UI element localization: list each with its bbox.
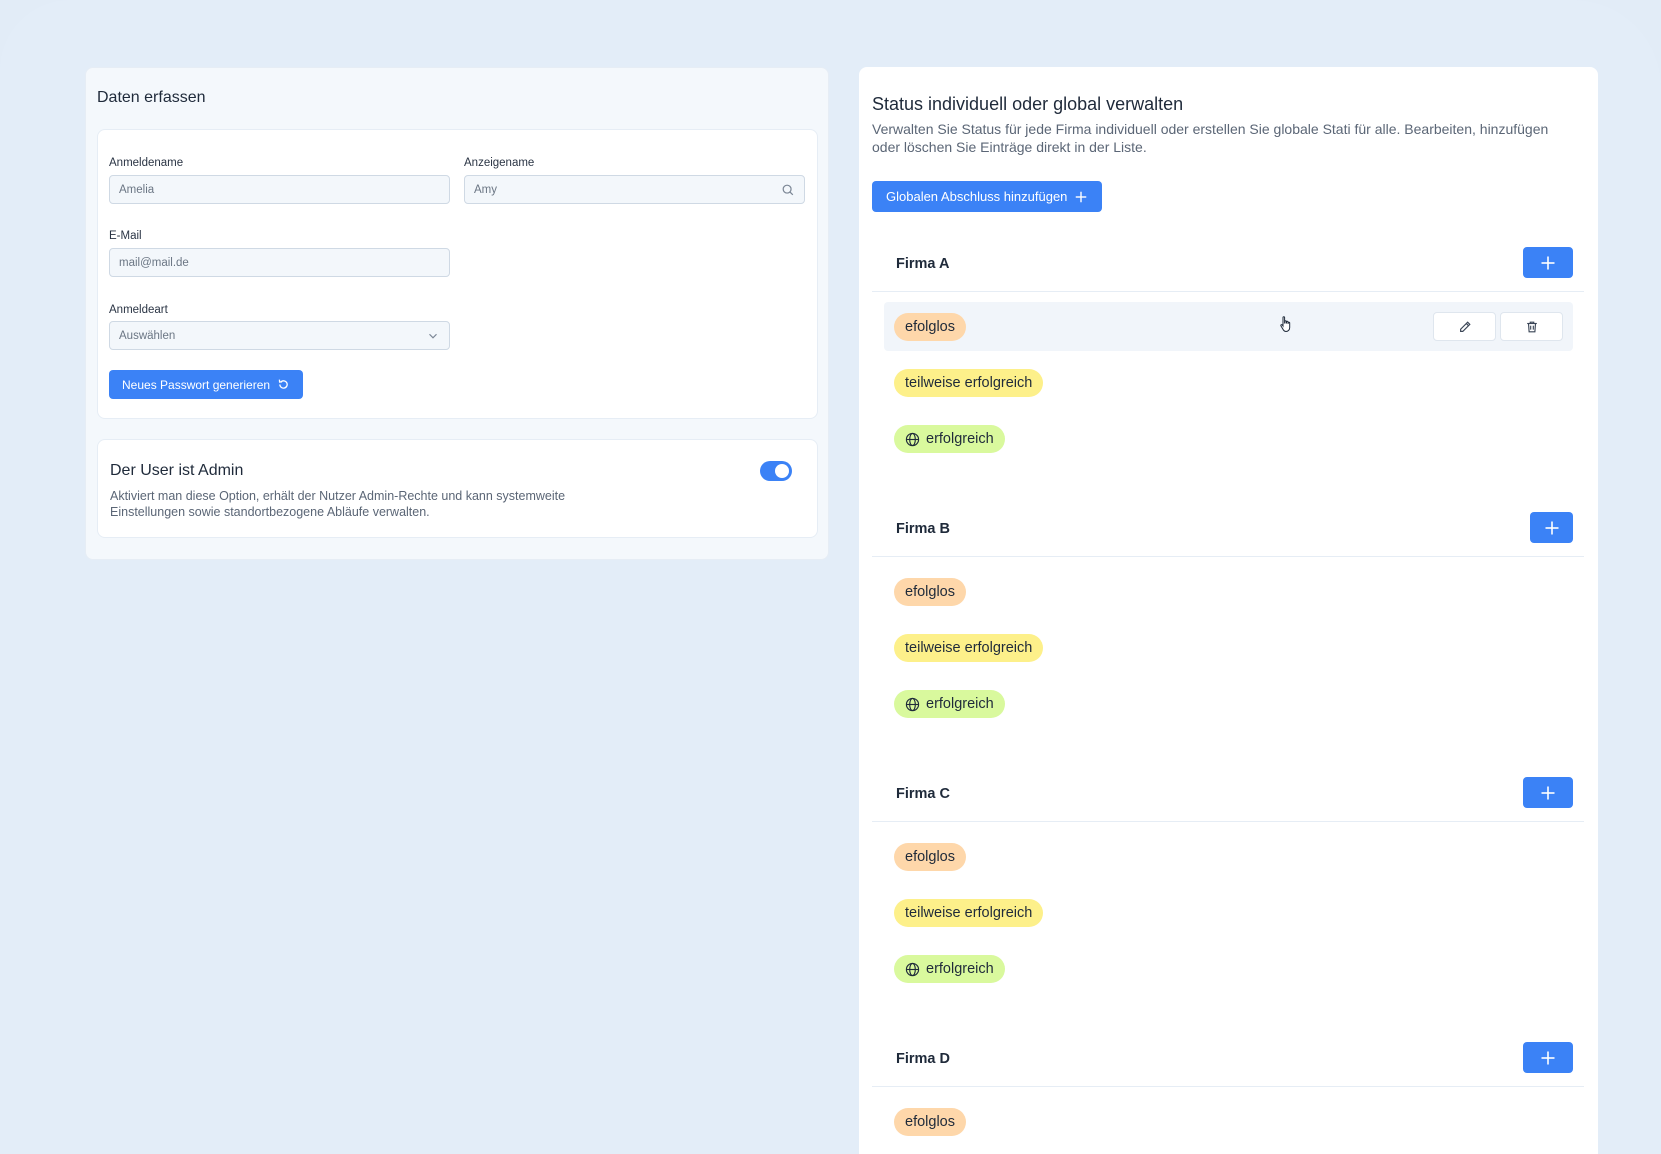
- user-form: Anmeldename Amelia Anzeigename Amy E-Mai…: [97, 129, 818, 419]
- globe-icon: [905, 697, 920, 711]
- status-row[interactable]: efolglos: [884, 302, 1573, 351]
- edit-button[interactable]: [1433, 312, 1496, 341]
- status-badge: erfolgreich: [894, 955, 1005, 983]
- status-badge: teilweise erfolgreich: [894, 634, 1044, 662]
- company-name: Firma C: [896, 786, 950, 802]
- display-name-label: Anzeigename: [464, 157, 535, 169]
- admin-title: Der User ist Admin: [110, 462, 244, 479]
- status-row[interactable]: teilweise erfolgreich: [884, 888, 1573, 937]
- status-row[interactable]: erfolgreich: [884, 414, 1573, 463]
- admin-setting: Der User ist Admin Aktiviert man diese O…: [97, 439, 818, 538]
- status-label: erfolgreich: [926, 431, 994, 447]
- admin-toggle[interactable]: [760, 461, 792, 481]
- status-badge: efolglos: [894, 843, 966, 871]
- add-status-button[interactable]: [1530, 512, 1573, 543]
- trash-icon: [1526, 321, 1537, 332]
- email-field[interactable]: mail@mail.de: [109, 248, 450, 277]
- add-status-button[interactable]: [1523, 247, 1573, 278]
- email-label: E-Mail: [109, 230, 142, 242]
- toggle-knob: [775, 464, 789, 478]
- status-description: Verwalten Sie Status für jede Firma indi…: [872, 121, 1549, 155]
- status-badge: efolglos: [894, 313, 966, 341]
- globe-icon: [905, 962, 920, 976]
- status-badge: erfolgreich: [894, 690, 1005, 718]
- row-actions: [1433, 312, 1563, 341]
- company-header: Firma D: [872, 1035, 1584, 1087]
- login-name-value: Amelia: [119, 183, 155, 196]
- login-type-label: Anmeldeart: [109, 304, 168, 316]
- status-label: efolglos: [905, 319, 955, 335]
- status-row[interactable]: efolglos: [884, 1097, 1573, 1146]
- status-label: teilweise erfolgreich: [905, 375, 1033, 391]
- status-row[interactable]: efolglos: [884, 567, 1573, 616]
- status-row[interactable]: teilweise erfolgreich: [884, 623, 1573, 672]
- status-card: Status individuell oder global verwalten…: [859, 67, 1598, 1154]
- company-name: Firma D: [896, 1051, 950, 1067]
- status-badge: erfolgreich: [894, 425, 1005, 453]
- login-type-value: Auswählen: [119, 329, 176, 342]
- generate-password-label: Neues Passwort generieren: [122, 377, 271, 392]
- status-label: efolglos: [905, 584, 955, 600]
- company-header: Firma C: [872, 770, 1584, 822]
- email-value: mail@mail.de: [119, 256, 189, 269]
- company-header: Firma B: [872, 505, 1584, 557]
- status-row[interactable]: erfolgreich: [884, 944, 1573, 993]
- status-label: erfolgreich: [926, 961, 994, 977]
- plus-icon: [1541, 786, 1555, 799]
- login-type-select[interactable]: Auswählen: [109, 321, 450, 350]
- display-name-value: Amy: [474, 183, 497, 196]
- status-label: teilweise erfolgreich: [905, 905, 1033, 921]
- status-row[interactable]: efolglos: [884, 832, 1573, 881]
- company-name: Firma A: [896, 256, 950, 272]
- user-data-title: Daten erfassen: [97, 89, 206, 106]
- user-data-card: Daten erfassen Anmeldename Amelia Anzeig…: [85, 67, 829, 560]
- admin-description: Aktiviert man diese Option, erhält der N…: [110, 489, 566, 519]
- company-header: Firma A: [872, 240, 1584, 292]
- status-badge: efolglos: [894, 1108, 966, 1136]
- display-name-input[interactable]: Amy: [464, 175, 805, 204]
- app-frame: Daten erfassen Anmeldename Amelia Anzeig…: [0, 0, 1661, 1154]
- add-status-button[interactable]: [1523, 1042, 1573, 1073]
- status-label: erfolgreich: [926, 696, 994, 712]
- pencil-icon: [1459, 320, 1471, 332]
- status-badge: teilweise erfolgreich: [894, 369, 1044, 397]
- status-title: Status individuell oder global verwalten: [872, 94, 1184, 114]
- login-name-label: Anmeldename: [109, 157, 184, 169]
- globe-icon: [905, 432, 920, 446]
- status-row[interactable]: teilweise erfolgreich: [884, 358, 1573, 407]
- status-label: efolglos: [905, 1114, 955, 1130]
- generate-password-button[interactable]: Neues Passwort generieren: [109, 370, 304, 399]
- plus-icon: [1541, 1051, 1555, 1064]
- status-badge: efolglos: [894, 578, 966, 606]
- plus-icon: [1545, 521, 1558, 534]
- company-name: Firma B: [896, 521, 950, 537]
- plus-icon: [1076, 191, 1087, 202]
- status-label: efolglos: [905, 849, 955, 865]
- status-label: teilweise erfolgreich: [905, 640, 1033, 656]
- refresh-icon: [278, 379, 288, 389]
- add-status-button[interactable]: [1523, 777, 1573, 808]
- add-global-status-button[interactable]: Globalen Abschluss hinzufügen: [872, 181, 1103, 212]
- hand-pointer-icon: [1280, 316, 1291, 332]
- status-badge: teilweise erfolgreich: [894, 899, 1044, 927]
- status-row[interactable]: erfolgreich: [884, 679, 1573, 728]
- chevron-down-icon: [429, 333, 437, 339]
- login-name-input[interactable]: Amelia: [109, 175, 450, 204]
- add-global-status-label: Globalen Abschluss hinzufügen: [886, 189, 1068, 204]
- search-icon: [782, 184, 794, 195]
- delete-button[interactable]: [1500, 312, 1563, 341]
- plus-icon: [1541, 256, 1555, 269]
